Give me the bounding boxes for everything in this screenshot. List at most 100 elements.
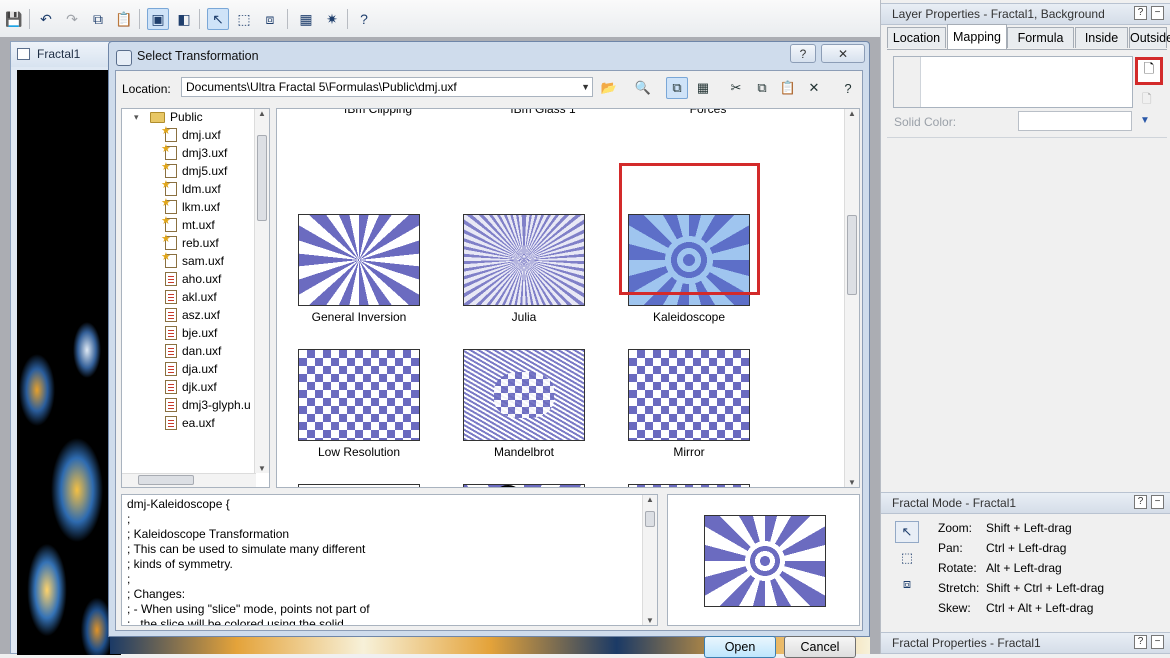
fractal-mode-title[interactable]: Fractal Mode - Fractal1 ? −	[881, 492, 1170, 514]
mode-action-label: Pan:	[938, 541, 963, 555]
transformation-thumbnail[interactable]	[463, 214, 585, 306]
transformation-thumbnail[interactable]	[628, 349, 750, 441]
tree-file-label: dmj5.uxf	[182, 164, 228, 178]
find-icon[interactable]: 🔍	[632, 77, 654, 99]
formula-description[interactable]: dmj-Kaleidoscope {;; Kaleidoscope Transf…	[121, 494, 658, 626]
dialog-help-button[interactable]: ?	[790, 44, 816, 63]
transformation-thumbnail[interactable]	[628, 484, 750, 487]
transformation-thumbnail[interactable]	[463, 484, 585, 487]
transformation-label[interactable]: Mandelbrot	[444, 445, 604, 459]
cut-icon[interactable]: ✂	[725, 77, 747, 99]
tree-file-label: djk.uxf	[182, 380, 217, 394]
panel-help-button[interactable]: ?	[1134, 495, 1147, 509]
paste-file-icon[interactable]: 📋	[777, 77, 799, 99]
delete-icon[interactable]: ✕	[803, 77, 825, 99]
add-transformation-button[interactable]: 🗋	[1135, 57, 1163, 85]
transformation-gallery[interactable]: fBm Clipping fBm Glass 1 Forces General …	[276, 108, 860, 488]
fractal-properties-title[interactable]: Fractal Properties - Fractal1 ? −	[881, 632, 1170, 654]
tree-file-label: mt.uxf	[182, 218, 215, 232]
tab-outside[interactable]: Outside	[1129, 27, 1170, 48]
transformation-label[interactable]: Julia	[444, 310, 604, 324]
view-fractal-icon[interactable]: ▣	[147, 8, 169, 30]
save-icon[interactable]: 💾	[3, 8, 25, 30]
stretch-icon[interactable]: ⧈	[259, 8, 281, 30]
mapping-list[interactable]	[893, 56, 1133, 108]
grid-view-icon[interactable]: ▦	[692, 77, 714, 99]
transformation-label[interactable]: Mirror	[609, 445, 769, 459]
mode-action-label: Skew:	[938, 601, 971, 615]
scroll-up-icon[interactable]: ▲	[255, 109, 269, 118]
dialog-body: Location: Documents\Ultra Fractal 5\Form…	[115, 70, 863, 658]
scroll-down-icon[interactable]: ▼	[255, 464, 269, 473]
page-file-icon	[165, 290, 177, 304]
dialog-titlebar[interactable]: Select Transformation ? ✕	[109, 42, 869, 70]
copy-icon[interactable]: ⧉	[87, 8, 109, 30]
collapse-icon[interactable]: ▾	[134, 109, 139, 126]
scrollbar-thumb[interactable]	[645, 511, 655, 527]
tree-vertical-scrollbar[interactable]: ▲ ▼	[254, 109, 269, 473]
tab-divider	[887, 49, 1167, 50]
transformation-label[interactable]: Low Resolution	[279, 445, 439, 459]
open-button[interactable]: Open	[704, 636, 776, 658]
panel-help-button[interactable]: ?	[1134, 6, 1147, 20]
tab-formula[interactable]: Formula	[1007, 27, 1074, 48]
transformation-thumbnail[interactable]	[463, 349, 585, 441]
transform-nodes-icon[interactable]: ⬚	[895, 547, 919, 569]
tab-location[interactable]: Location	[887, 27, 946, 48]
scrollbar-thumb[interactable]	[257, 135, 267, 221]
tree-file-label: aho.uxf	[182, 272, 222, 286]
mode-shortcut-label: Shift + Ctrl + Left-drag	[986, 581, 1105, 595]
transformation-thumbnail[interactable]	[298, 349, 420, 441]
scroll-down-icon[interactable]: ▼	[643, 616, 657, 625]
tree-horizontal-scrollbar[interactable]	[122, 473, 256, 487]
solid-color-field[interactable]	[1018, 111, 1132, 131]
folder-up-icon[interactable]: 📂	[598, 77, 620, 99]
transformation-thumbnail[interactable]	[298, 214, 420, 306]
select-pointer-icon[interactable]: ↖	[895, 521, 919, 543]
scrollbar-thumb[interactable]	[847, 215, 857, 295]
scroll-up-icon[interactable]: ▲	[845, 109, 859, 118]
tab-inside[interactable]: Inside	[1075, 27, 1128, 48]
panel-help-button[interactable]: ?	[1134, 635, 1147, 649]
select-transformation-dialog: Select Transformation ? ✕ Location: Docu…	[108, 41, 870, 658]
location-combobox[interactable]: Documents\Ultra Fractal 5\Formulas\Publi…	[181, 77, 593, 97]
fractal-canvas[interactable]	[17, 70, 121, 655]
panel-minimize-button[interactable]: −	[1151, 495, 1164, 509]
mode-action-label: Stretch:	[938, 581, 980, 595]
help-icon[interactable]: ?	[353, 8, 375, 30]
scroll-up-icon[interactable]: ▲	[643, 495, 657, 504]
transformation-label[interactable]: Kaleidoscope	[609, 310, 769, 324]
panel-minimize-button[interactable]: −	[1151, 6, 1164, 20]
layer-properties-title[interactable]: Layer Properties - Fractal1, Background …	[881, 3, 1170, 25]
scroll-down-icon[interactable]: ▼	[845, 478, 859, 487]
stretch-icon[interactable]: ⧈	[895, 573, 919, 595]
fractal-properties-title-text: Fractal Properties - Fractal1	[892, 636, 1041, 650]
gallery-vertical-scrollbar[interactable]: ▲ ▼	[844, 109, 859, 487]
file-tree[interactable]: ▾ Public dmj.uxf dmj3.uxf dmj5.uxf ldm.uxf l…	[121, 108, 270, 488]
select-pointer-icon[interactable]: ↖	[207, 8, 229, 30]
description-line: ; - When using "slice" mode, points not …	[127, 602, 370, 616]
chevron-down-icon[interactable]: ▼	[581, 78, 590, 96]
transform-nodes-icon[interactable]: ⬚	[233, 8, 255, 30]
chevron-down-icon[interactable]: ▼	[1140, 115, 1150, 126]
transformation-label[interactable]: General Inversion	[279, 310, 439, 324]
main-toolbar: 💾 ↶ ↷ ⧉ 📋 ▣ ◧ ↖ ⬚ ⧈ ▦ ✷ ?	[0, 0, 880, 38]
transformation-thumbnail[interactable]	[298, 484, 420, 487]
help-icon[interactable]: ?	[837, 77, 859, 99]
description-scrollbar[interactable]: ▲ ▼	[642, 495, 657, 625]
tab-mapping[interactable]: Mapping	[947, 24, 1007, 49]
paste-icon[interactable]: 📋	[113, 8, 135, 30]
render-icon[interactable]: ▦	[295, 8, 317, 30]
view-split-icon[interactable]: ◧	[173, 8, 195, 30]
toolbar-separator	[139, 9, 140, 29]
redo-icon[interactable]: ↷	[61, 8, 83, 30]
undo-icon[interactable]: ↶	[35, 8, 57, 30]
panel-minimize-button[interactable]: −	[1151, 635, 1164, 649]
dialog-close-button[interactable]: ✕	[821, 44, 865, 63]
cancel-button[interactable]: Cancel	[784, 636, 856, 658]
fractal-window[interactable]: Fractal1	[10, 41, 121, 655]
scrollbar-thumb[interactable]	[138, 475, 194, 485]
copy-file-icon[interactable]: ⧉	[751, 77, 773, 99]
settings-gear-icon[interactable]: ✷	[321, 8, 343, 30]
thumbnail-view-icon[interactable]: ⧉	[666, 77, 688, 99]
